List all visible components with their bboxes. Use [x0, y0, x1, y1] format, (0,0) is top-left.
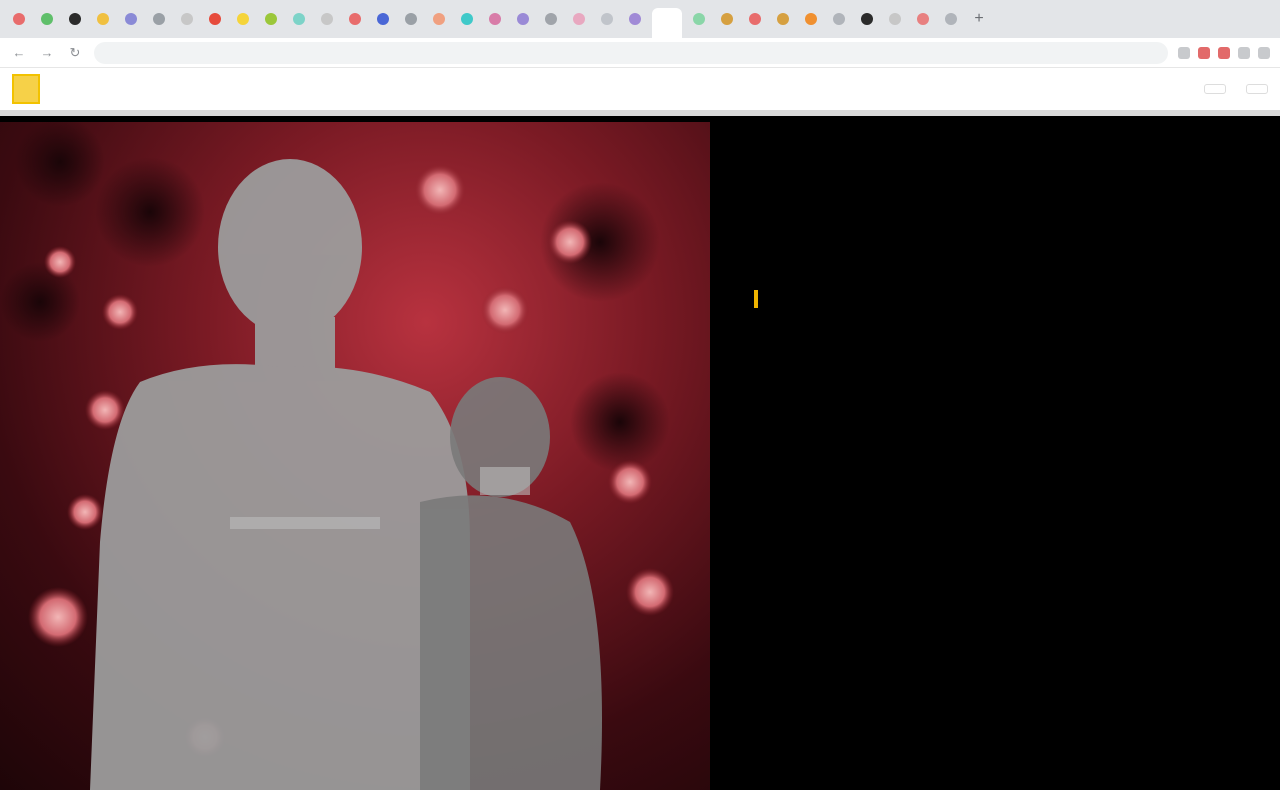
tab-favicon-icon — [805, 13, 817, 25]
tab-favicon-icon — [405, 13, 417, 25]
browser-tab[interactable] — [456, 8, 478, 30]
browser-tab[interactable] — [92, 8, 114, 30]
browser-tab[interactable] — [36, 8, 58, 30]
browser-tab[interactable] — [316, 8, 338, 30]
browser-tab[interactable] — [568, 8, 590, 30]
tab-favicon-icon — [629, 13, 641, 25]
tab-favicon-icon — [693, 13, 705, 25]
site-header — [0, 68, 1280, 116]
browser-tab[interactable] — [232, 8, 254, 30]
browser-tab-strip: + — [0, 0, 1280, 38]
browser-tab[interactable] — [512, 8, 534, 30]
tab-favicon-icon — [13, 13, 25, 25]
hero-image — [0, 122, 710, 790]
tab-favicon-icon — [833, 13, 845, 25]
tab-favicon-icon — [41, 13, 53, 25]
tab-favicon-icon — [517, 13, 529, 25]
menu-button[interactable] — [1246, 84, 1268, 94]
browser-tab[interactable] — [596, 8, 618, 30]
browser-tab[interactable] — [148, 8, 170, 30]
tab-favicon-icon — [889, 13, 901, 25]
browser-tab[interactable] — [8, 8, 30, 30]
site-logo-icon[interactable] — [12, 74, 40, 104]
tab-favicon-icon — [125, 13, 137, 25]
extension-icon[interactable] — [1198, 46, 1210, 59]
extension-icon[interactable] — [1218, 46, 1230, 59]
hero-illustration — [0, 122, 674, 790]
browser-tab[interactable] — [624, 8, 646, 30]
tab-favicon-icon — [945, 13, 957, 25]
browser-toolbar: ← → ↻ — [0, 38, 1280, 68]
tab-favicon-icon — [153, 13, 165, 25]
tab-favicon-icon — [237, 13, 249, 25]
browser-tab[interactable] — [428, 8, 450, 30]
tab-favicon-icon — [433, 13, 445, 25]
back-icon[interactable]: ← — [10, 45, 28, 60]
tab-favicon-icon — [69, 13, 81, 25]
tab-favicon-icon — [321, 13, 333, 25]
browser-tab[interactable] — [344, 8, 366, 30]
kicker-divider — [754, 290, 758, 308]
tab-favicon-icon — [489, 13, 501, 25]
tab-favicon-icon — [861, 13, 873, 25]
browser-tab[interactable] — [744, 8, 766, 30]
reload-icon[interactable]: ↻ — [66, 45, 84, 61]
tab-favicon-icon — [293, 13, 305, 25]
tab-favicon-icon — [349, 13, 361, 25]
extension-icons — [1178, 46, 1270, 59]
browser-tab-active[interactable] — [652, 8, 682, 38]
browser-tab[interactable] — [400, 8, 422, 30]
tab-favicon-icon — [545, 13, 557, 25]
hero-text-panel — [710, 122, 1280, 790]
browser-tab[interactable] — [120, 8, 142, 30]
browser-tab[interactable] — [940, 8, 962, 30]
tab-favicon-icon — [749, 13, 761, 25]
tab-favicon-icon — [721, 13, 733, 25]
browser-tab[interactable] — [372, 8, 394, 30]
menu-icon[interactable] — [1258, 46, 1270, 59]
browser-tab[interactable] — [800, 8, 822, 30]
tab-favicon-icon — [573, 13, 585, 25]
profile-icon[interactable] — [1238, 46, 1250, 59]
browser-tab[interactable] — [260, 8, 282, 30]
browser-tab[interactable] — [204, 8, 226, 30]
tab-favicon-icon — [917, 13, 929, 25]
browser-tab[interactable] — [716, 8, 738, 30]
subscribe-button[interactable] — [1204, 84, 1226, 94]
tab-favicon-icon — [265, 13, 277, 25]
tab-favicon-icon — [777, 13, 789, 25]
address-bar[interactable] — [94, 41, 1168, 64]
browser-tab[interactable] — [772, 8, 794, 30]
browser-tab[interactable] — [540, 8, 562, 30]
star-icon[interactable] — [1178, 46, 1190, 59]
browser-tab[interactable] — [828, 8, 850, 30]
browser-tab[interactable] — [176, 8, 198, 30]
browser-tab[interactable] — [884, 8, 906, 30]
tab-favicon-icon — [97, 13, 109, 25]
kicker — [740, 290, 772, 308]
tab-favicon-icon — [377, 13, 389, 25]
tab-favicon-icon — [461, 13, 473, 25]
tab-favicon-icon — [601, 13, 613, 25]
forward-icon[interactable]: → — [38, 45, 56, 60]
browser-tab[interactable] — [288, 8, 310, 30]
tab-favicon-icon — [181, 13, 193, 25]
browser-tab[interactable] — [856, 8, 878, 30]
browser-tab[interactable] — [912, 8, 934, 30]
new-tab-button[interactable]: + — [968, 10, 990, 28]
tab-favicon-icon — [209, 13, 221, 25]
browser-tab[interactable] — [484, 8, 506, 30]
browser-tab[interactable] — [64, 8, 86, 30]
browser-tab[interactable] — [688, 8, 710, 30]
